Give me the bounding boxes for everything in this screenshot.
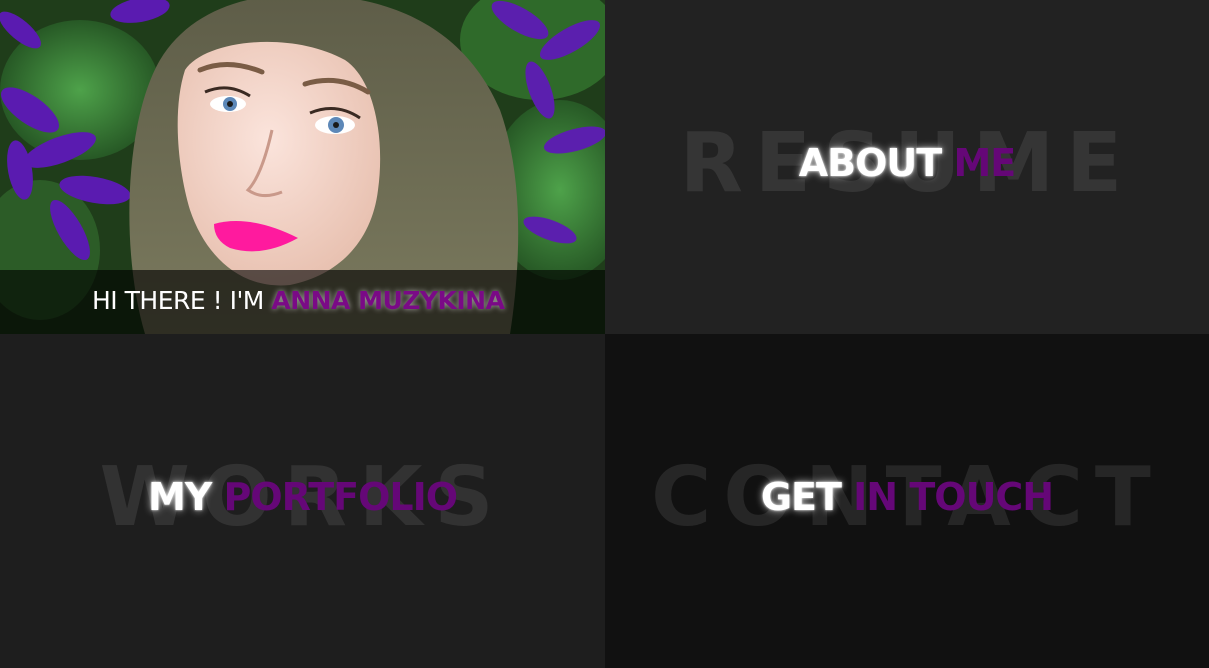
hero-photo-tile: HI THERE ! I'M ANNA MUZYKINA xyxy=(0,0,605,334)
contact-tile[interactable]: CONTACT GET IN TOUCH xyxy=(605,334,1209,668)
about-title-purple: ME xyxy=(953,141,1016,185)
portfolio-title: MY PORTFOLIO xyxy=(0,475,605,519)
portfolio-title-white: MY xyxy=(147,475,212,519)
contact-title-purple: IN TOUCH xyxy=(853,475,1054,519)
about-me-tile[interactable]: RESUME ABOUT ME xyxy=(605,0,1209,334)
about-title-white: ABOUT xyxy=(798,141,942,185)
about-title: ABOUT ME xyxy=(605,141,1209,185)
contact-title: GET IN TOUCH xyxy=(605,475,1209,519)
portfolio-tile[interactable]: WORKS MY PORTFOLIO xyxy=(0,334,605,668)
hero-greeting: HI THERE ! I'M xyxy=(92,286,264,315)
hero-caption: HI THERE ! I'M ANNA MUZYKINA xyxy=(92,286,505,315)
hero-name: ANNA MUZYKINA xyxy=(271,286,505,315)
portfolio-title-purple: PORTFOLIO xyxy=(223,475,459,519)
home-grid: HI THERE ! I'M ANNA MUZYKINA RESUME ABOU… xyxy=(0,0,1209,668)
contact-title-white: GET xyxy=(760,475,842,519)
